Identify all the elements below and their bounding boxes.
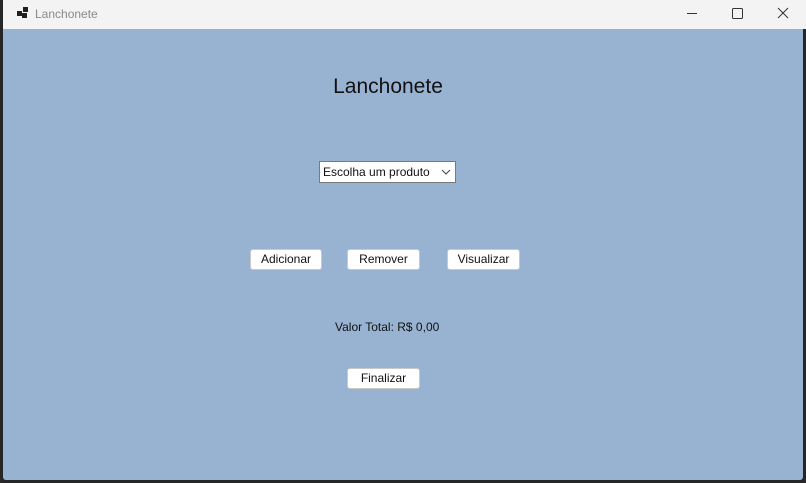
close-icon: [777, 7, 789, 19]
maximize-icon: [732, 8, 743, 19]
finish-button[interactable]: Finalizar: [347, 368, 420, 389]
app-window: Lanchonete Lanchonete Escolha um produto…: [0, 0, 806, 483]
remove-button[interactable]: Remover: [347, 249, 420, 270]
page-title: Lanchonete: [3, 75, 803, 99]
product-select[interactable]: Escolha um produto: [319, 161, 456, 183]
title-bar[interactable]: Lanchonete: [3, 0, 806, 29]
close-button[interactable]: [760, 0, 806, 29]
app-icon: [17, 7, 28, 18]
maximize-button[interactable]: [714, 0, 760, 29]
total-value-label: Valor Total: R$ 0,00: [335, 320, 440, 334]
page-title-text: Lanchonete: [333, 75, 443, 98]
product-select-value: Escolha um produto: [323, 165, 430, 179]
minimize-icon: [687, 13, 697, 14]
view-button[interactable]: Visualizar: [447, 249, 520, 270]
chevron-down-icon: [441, 169, 451, 175]
window-title: Lanchonete: [35, 7, 98, 21]
minimize-button[interactable]: [669, 0, 715, 29]
add-button[interactable]: Adicionar: [250, 249, 322, 270]
